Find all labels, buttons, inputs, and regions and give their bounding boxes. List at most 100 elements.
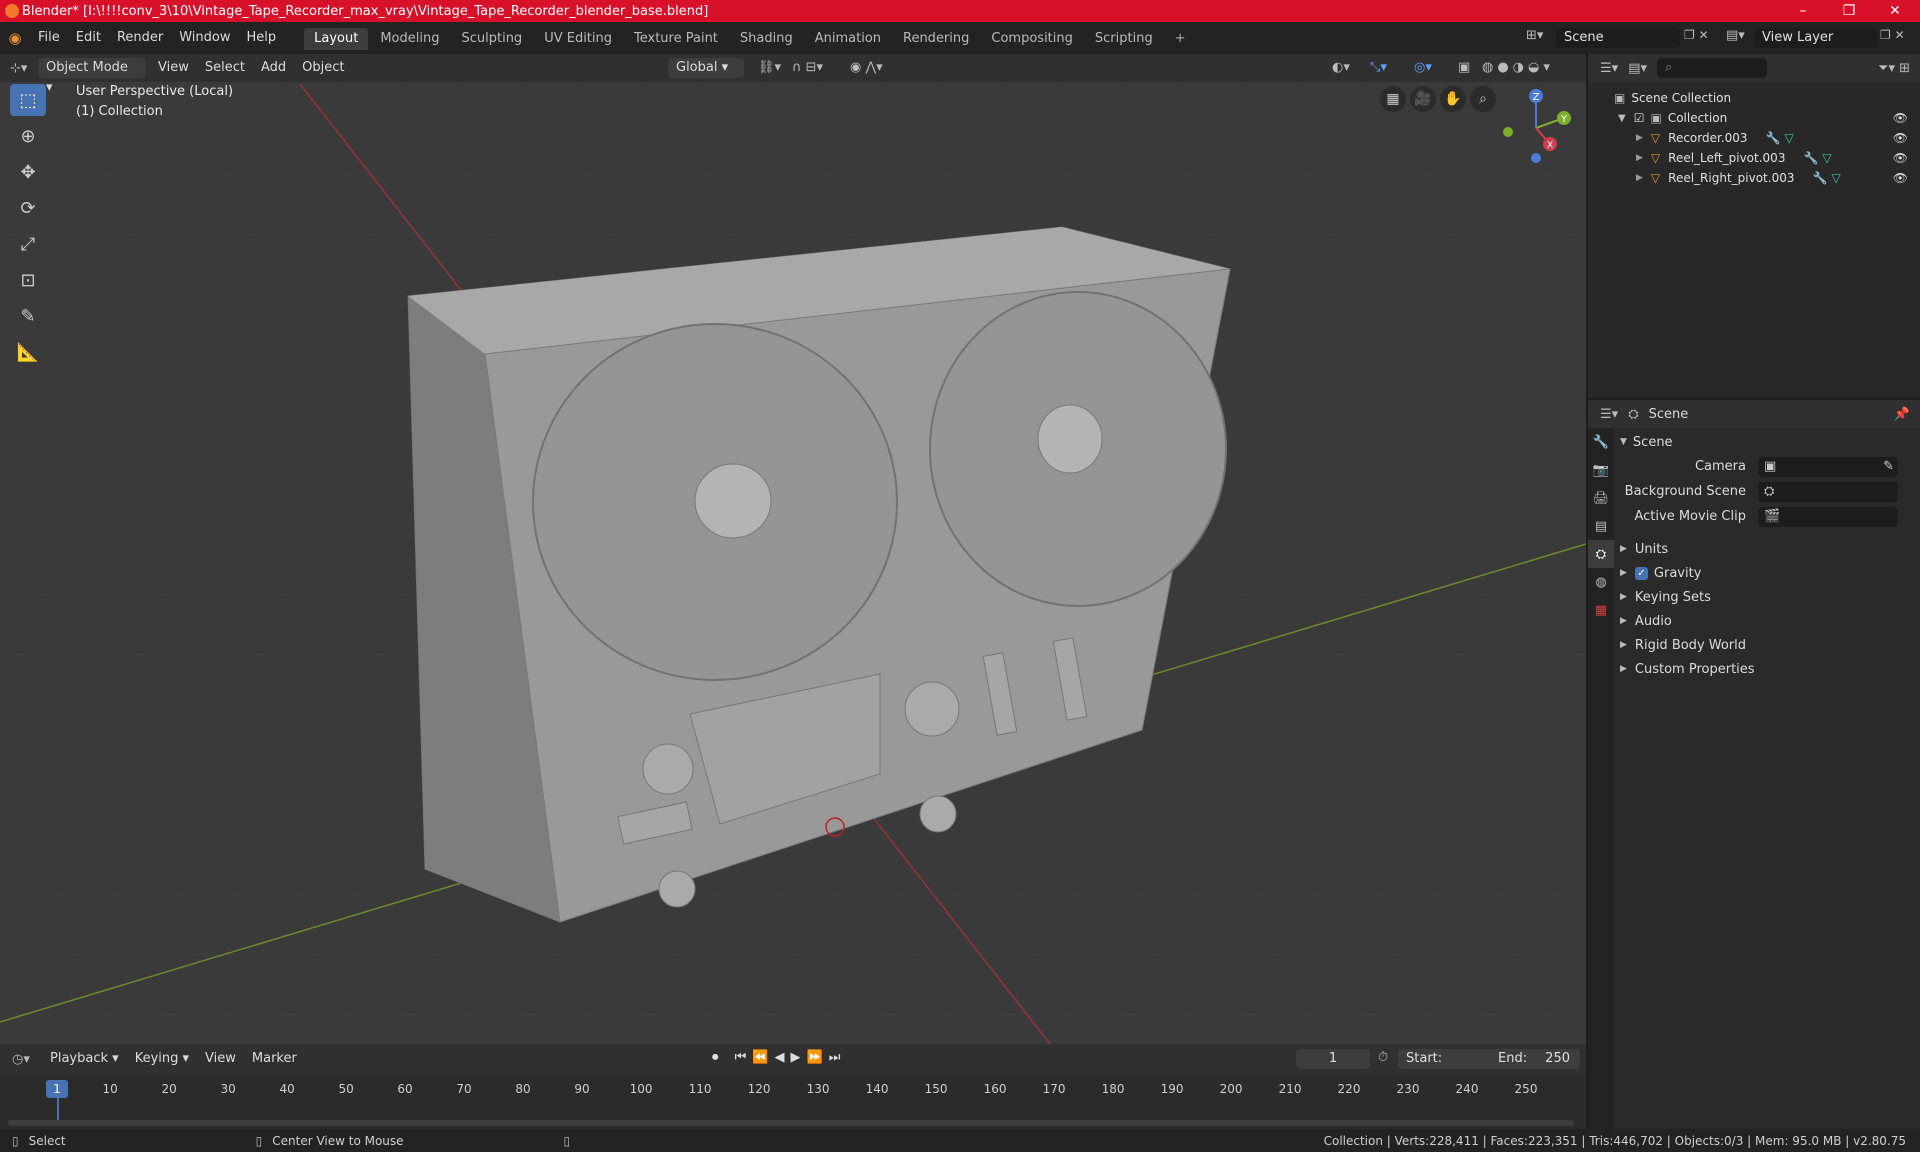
timeline-ruler[interactable]: 1 10 20 30 40 50 60 70 80 90 100 110 120 130 140 150 16…: [0, 1074, 1586, 1129]
view-layer-icon[interactable]: ▤▾: [1726, 28, 1745, 43]
camera-field[interactable]: ▣ ✎: [1758, 456, 1898, 477]
collapse-arrow-icon[interactable]: ▼: [1618, 113, 1626, 124]
filter-icon[interactable]: ⏷▾ ⊞: [1878, 61, 1910, 76]
playback-controls[interactable]: ⏺ ⏮⏪◀▶⏩⏭: [712, 1050, 846, 1065]
scene-section-header[interactable]: ▼ Scene: [1620, 430, 1916, 454]
world-tab-icon[interactable]: ◍: [1588, 568, 1614, 596]
new-view-layer-icon[interactable]: ❐ ✕: [1880, 28, 1905, 42]
modifier-wrench-icon[interactable]: 🔧: [1803, 151, 1818, 165]
camera-view-icon[interactable]: 🎥: [1410, 86, 1436, 112]
pivot-icon[interactable]: ⛓▾: [758, 60, 781, 75]
properties-editor-icon[interactable]: ☰▾: [1600, 407, 1618, 422]
cursor-tool-icon[interactable]: ⊕: [10, 120, 46, 152]
background-scene-field[interactable]: ⛭: [1758, 481, 1898, 502]
scene-tab-icon[interactable]: ⛭: [1588, 540, 1614, 568]
pan-hand-icon[interactable]: ✋: [1440, 86, 1466, 112]
menu-window[interactable]: Window: [171, 22, 238, 54]
eye-icon[interactable]: 👁: [1893, 171, 1908, 185]
outliner-editor-icon[interactable]: ☰▾: [1600, 61, 1618, 76]
axis-gizmo[interactable]: Z Y X: [1494, 84, 1578, 168]
new-scene-icon[interactable]: ❐ ✕: [1684, 28, 1709, 42]
tab-modeling[interactable]: Modeling: [370, 28, 449, 50]
stopwatch-icon[interactable]: ⏱: [1378, 1050, 1388, 1065]
zoom-icon[interactable]: ⌕: [1470, 86, 1496, 112]
proportional-edit-icon[interactable]: ◉ ⋀▾: [850, 60, 883, 75]
panel-keying-sets[interactable]: ▶ Keying Sets: [1620, 585, 1916, 609]
move-tool-icon[interactable]: ✥: [10, 156, 46, 188]
timeline-scrollbar[interactable]: [8, 1120, 1574, 1126]
outliner-object-row[interactable]: ▶ ▽ Reel_Left_pivot.003 🔧 ▽ 👁: [1588, 148, 1920, 168]
menu-file[interactable]: File: [30, 22, 68, 54]
texture-tab-icon[interactable]: ▦: [1588, 596, 1614, 624]
scale-tool-icon[interactable]: ⤢: [10, 228, 46, 260]
tab-animation[interactable]: Animation: [805, 28, 891, 50]
mesh-data-icon[interactable]: ▽: [1822, 151, 1831, 165]
gravity-checkbox[interactable]: ✓: [1634, 566, 1648, 580]
viewport-menu-select[interactable]: Select: [197, 54, 253, 82]
snap-icon[interactable]: ∩ ⊟▾: [792, 60, 823, 75]
menu-edit[interactable]: Edit: [68, 22, 109, 54]
overlay-icon[interactable]: ◎▾: [1414, 60, 1432, 75]
add-workspace-icon[interactable]: +: [1165, 28, 1196, 50]
view-layer-field[interactable]: View Layer: [1754, 28, 1878, 48]
menu-render[interactable]: Render: [109, 22, 171, 54]
3d-viewport[interactable]: ⊹▾ Object Mode ▾ View Select Add Object …: [0, 54, 1586, 1044]
orientation-dropdown[interactable]: Global ▾: [668, 58, 744, 78]
gizmo-icon[interactable]: ⤡▾: [1370, 60, 1387, 75]
visibility-icon[interactable]: ◐▾: [1332, 60, 1350, 75]
checkbox-icon[interactable]: ☑: [1634, 111, 1645, 125]
expand-arrow-icon[interactable]: ▶: [1636, 153, 1643, 163]
maximize-button[interactable]: ❐: [1826, 0, 1872, 22]
eye-icon[interactable]: 👁: [1893, 151, 1908, 165]
transform-tool-icon[interactable]: ⊡: [10, 264, 46, 296]
eye-icon[interactable]: 👁: [1893, 131, 1908, 145]
tab-compositing[interactable]: Compositing: [981, 28, 1083, 50]
viewport-menu-object[interactable]: Object: [294, 54, 352, 82]
panel-units[interactable]: ▶ Units: [1620, 537, 1916, 561]
annotate-tool-icon[interactable]: ✎: [10, 300, 46, 332]
tab-texture-paint[interactable]: Texture Paint: [624, 28, 728, 50]
mesh-data-icon[interactable]: ▽: [1785, 131, 1794, 145]
editor-type-icon[interactable]: ⊹▾: [10, 61, 38, 76]
tab-sculpting[interactable]: Sculpting: [451, 28, 532, 50]
outliner-object-row[interactable]: ▶ ▽ Reel_Right_pivot.003 🔧 ▽ 👁: [1588, 168, 1920, 188]
end-frame-field[interactable]: End: 250: [1490, 1049, 1580, 1069]
minimize-button[interactable]: –: [1780, 0, 1826, 22]
panel-rigid-body-world[interactable]: ▶ Rigid Body World: [1620, 633, 1916, 657]
active-movie-clip-field[interactable]: 🎬: [1758, 506, 1898, 527]
timeline-menu-playback[interactable]: Playback ▾: [42, 1044, 127, 1074]
modifier-wrench-icon[interactable]: 🔧: [1766, 131, 1781, 145]
playhead-frame-badge[interactable]: 1: [46, 1080, 68, 1098]
mesh-data-icon[interactable]: ▽: [1831, 171, 1840, 185]
expand-arrow-icon[interactable]: ▶: [1636, 133, 1643, 143]
tab-uv-editing[interactable]: UV Editing: [534, 28, 622, 50]
timeline-menu-view[interactable]: View: [197, 1044, 244, 1074]
measure-tool-icon[interactable]: 📐: [10, 336, 46, 368]
tool-tab-icon[interactable]: 🔧: [1588, 428, 1614, 456]
xray-icon[interactable]: ▣: [1458, 60, 1470, 75]
rotate-tool-icon[interactable]: ⟳: [10, 192, 46, 224]
panel-gravity[interactable]: ▶ ✓ Gravity: [1620, 561, 1916, 585]
viewport-menu-view[interactable]: View: [150, 54, 197, 82]
render-tab-icon[interactable]: 📷: [1588, 456, 1614, 484]
timeline-editor-icon[interactable]: ◷▾: [12, 1052, 42, 1067]
tab-scripting[interactable]: Scripting: [1085, 28, 1163, 50]
close-button[interactable]: ✕: [1872, 0, 1918, 22]
shading-mode-icons[interactable]: ◍●◑◒▾: [1482, 60, 1554, 75]
eyedropper-icon[interactable]: ✎: [1883, 459, 1894, 474]
viewport-menu-add[interactable]: Add: [253, 54, 294, 82]
display-mode-icon[interactable]: ▤▾: [1628, 61, 1647, 76]
collection-row[interactable]: ▼ ☑ ▣ Collection 👁: [1588, 108, 1920, 128]
tab-rendering[interactable]: Rendering: [893, 28, 979, 50]
pin-icon[interactable]: 📌: [1894, 407, 1910, 422]
modifier-wrench-icon[interactable]: 🔧: [1812, 171, 1827, 185]
mode-dropdown[interactable]: Object Mode ▾: [38, 58, 146, 95]
output-tab-icon[interactable]: 🖨: [1588, 484, 1614, 512]
scene-name-field[interactable]: Scene: [1556, 28, 1680, 48]
scene-selector-icon[interactable]: ⊞▾: [1526, 28, 1543, 43]
tab-layout[interactable]: Layout: [304, 28, 369, 50]
outliner-search-field[interactable]: ⌕: [1657, 58, 1767, 78]
scene-collection-row[interactable]: ▣ Scene Collection: [1588, 88, 1920, 108]
current-frame-field[interactable]: 1: [1296, 1049, 1370, 1069]
view-layer-tab-icon[interactable]: ▤: [1588, 512, 1614, 540]
